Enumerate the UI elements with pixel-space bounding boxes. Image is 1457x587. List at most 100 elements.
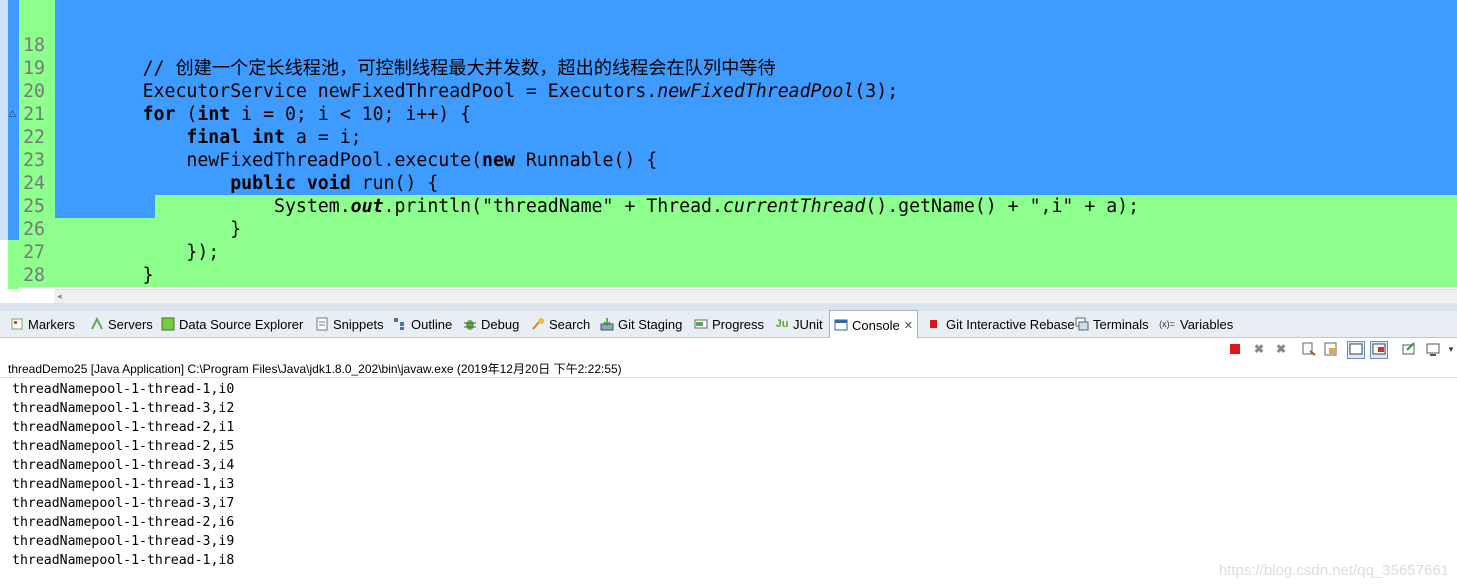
servers-icon <box>90 316 104 331</box>
code-line[interactable]: 20 for (int i = 0; i < 10; i++) { <box>19 34 1457 125</box>
tab-snippets[interactable]: Snippets <box>315 311 384 337</box>
scroll-left-icon[interactable]: ◂ <box>57 291 62 302</box>
tab-label: Terminals <box>1093 316 1149 332</box>
output-line: threadNamepool-1-thread-1,i0 <box>12 382 235 397</box>
line-number: 21 <box>23 104 45 125</box>
remove-launch-icon[interactable]: ✖ <box>1251 341 1267 357</box>
git-rebase-icon <box>928 317 942 331</box>
tab-label: Servers <box>108 316 153 332</box>
line-number: 27 <box>23 242 45 263</box>
show-console-on-output-icon[interactable] <box>1370 341 1388 359</box>
code-line[interactable]: 19 ExecutorService newFixedThreadPool = … <box>19 11 1457 102</box>
tab-label: Progress <box>712 316 765 332</box>
scroll-lock-icon[interactable] <box>1323 341 1339 357</box>
output-line: threadNamepool-1-thread-2,i1 <box>12 420 235 435</box>
tab-label: Markers <box>28 316 75 332</box>
code-text: newFixedThreadPool.execute(new Runnable(… <box>55 150 658 171</box>
line-number: 20 <box>23 81 45 102</box>
output-line: threadNamepool-1-thread-3,i9 <box>12 534 235 549</box>
markers-icon <box>10 317 24 331</box>
panel-separator[interactable] <box>0 303 1457 311</box>
code-text: System.out.println("threadName" + Thread… <box>55 196 1140 217</box>
tab-label: JUnit <box>793 316 823 332</box>
terminate-icon[interactable] <box>1227 341 1243 357</box>
output-line: threadNamepool-1-thread-2,i5 <box>12 439 235 454</box>
tab-git-staging[interactable]: Git Staging <box>600 311 682 337</box>
remove-all-launches-icon[interactable]: ✖ <box>1273 341 1289 357</box>
line-number: 18 <box>23 35 45 56</box>
code-text: public void run() { <box>230 173 439 194</box>
console-view: ✖ ✖ ▾ threadDemo25 [Java Application] C:… <box>0 338 1457 587</box>
line-number: 22 <box>23 127 45 148</box>
code-text: final int a = i; <box>186 127 362 148</box>
tab-servers[interactable]: Servers <box>90 311 153 337</box>
output-line: threadNamepool-1-thread-1,i8 <box>12 553 235 568</box>
console-output[interactable]: threadNamepool-1-thread-1,i0 threadNamep… <box>12 380 234 570</box>
output-line: threadNamepool-1-thread-3,i7 <box>12 496 235 511</box>
search-icon <box>531 317 545 331</box>
output-line: threadNamepool-1-thread-3,i2 <box>12 401 235 416</box>
tab-markers[interactable]: Markers <box>10 311 75 337</box>
code-text: ExecutorService newFixedThreadPool = Exe… <box>55 81 899 102</box>
snippets-icon <box>315 317 329 331</box>
view-tab-bar: Markers Servers Data Source Explorer Sni… <box>0 310 1457 339</box>
close-icon[interactable]: ✕ <box>904 319 913 332</box>
tab-progress[interactable]: Progress <box>694 311 764 337</box>
variables-icon: (x)= <box>1159 319 1175 329</box>
tab-git-interactive-rebase[interactable]: Git Interactive Rebase <box>928 311 1075 337</box>
tab-label: Console <box>852 317 900 333</box>
code-text: }); <box>55 242 220 263</box>
line-number: 29 <box>19 287 45 289</box>
tab-label: Outline <box>411 316 453 332</box>
tab-label: Variables <box>1180 316 1234 332</box>
code-text: } <box>55 265 154 286</box>
tab-variables[interactable]: (x)= Variables <box>1158 311 1233 337</box>
selection-marker-column <box>8 0 19 240</box>
progress-icon <box>694 317 708 331</box>
junit-icon: Ju <box>775 318 789 330</box>
tab-search[interactable]: Search <box>531 311 590 337</box>
tab-label: Debug <box>481 316 520 332</box>
tab-debug[interactable]: Debug <box>463 311 519 337</box>
tab-outline[interactable]: Outline <box>393 311 452 337</box>
output-line: threadNamepool-1-thread-1,i3 <box>12 477 235 492</box>
tab-label: Git Staging <box>618 316 683 332</box>
clear-console-icon[interactable] <box>1301 341 1317 357</box>
code-text: } <box>55 219 242 240</box>
data-source-icon <box>161 317 175 331</box>
word-wrap-icon[interactable] <box>1347 341 1365 359</box>
console-icon <box>834 318 848 332</box>
tab-junit[interactable]: Ju JUnit <box>775 311 823 337</box>
console-process-label: threadDemo25 [Java Application] C:\Progr… <box>8 362 622 376</box>
display-console-icon[interactable] <box>1425 341 1441 357</box>
tab-label: Search <box>549 316 591 332</box>
tab-terminals[interactable]: Terminals <box>1075 311 1149 337</box>
code-editor[interactable]: ⊖ ⊖ △ 18 // 创建一个定长线程池，可控制线程最大并发数，超出的线程会在… <box>0 0 1457 289</box>
output-line: threadNamepool-1-thread-2,i6 <box>12 515 235 530</box>
console-divider <box>0 377 1457 378</box>
outline-icon <box>393 317 407 331</box>
debug-icon <box>463 317 477 331</box>
tab-label: Git Interactive Rebase <box>946 316 1075 332</box>
tab-label: Snippets <box>333 316 384 332</box>
override-icon: △ <box>9 109 16 119</box>
tab-label: Data Source Explorer <box>179 316 304 332</box>
output-line: threadNamepool-1-thread-3,i4 <box>12 458 235 473</box>
code-text: } <box>55 287 110 289</box>
code-line[interactable]: 18 // 创建一个定长线程池，可控制线程最大并发数，超出的线程会在队列中等待 <box>19 0 1457 79</box>
horizontal-scrollbar[interactable]: ◂ <box>54 289 1457 304</box>
tab-data-source-explorer[interactable]: Data Source Explorer <box>161 311 303 337</box>
watermark: https://blog.csdn.net/qq_35657661 <box>1218 562 1449 579</box>
tab-console[interactable]: Console ✕ <box>829 310 918 339</box>
chevron-down-icon[interactable]: ▾ <box>1443 341 1457 357</box>
code-line[interactable]: 29 <box>19 241 1457 289</box>
code-line[interactable]: 30 } <box>19 264 1457 287</box>
pin-console-icon[interactable] <box>1401 341 1417 357</box>
code-area[interactable]: 18 // 创建一个定长线程池，可控制线程最大并发数，超出的线程会在队列中等待 … <box>19 0 1457 289</box>
line-number: 26 <box>23 219 45 240</box>
code-text: for (int i = 0; i < 10; i++) { <box>142 104 472 125</box>
console-toolbar: ✖ ✖ ▾ <box>1217 338 1457 360</box>
line-number: 23 <box>23 150 45 171</box>
git-staging-icon <box>600 317 614 331</box>
line-number: 28 <box>23 265 45 286</box>
